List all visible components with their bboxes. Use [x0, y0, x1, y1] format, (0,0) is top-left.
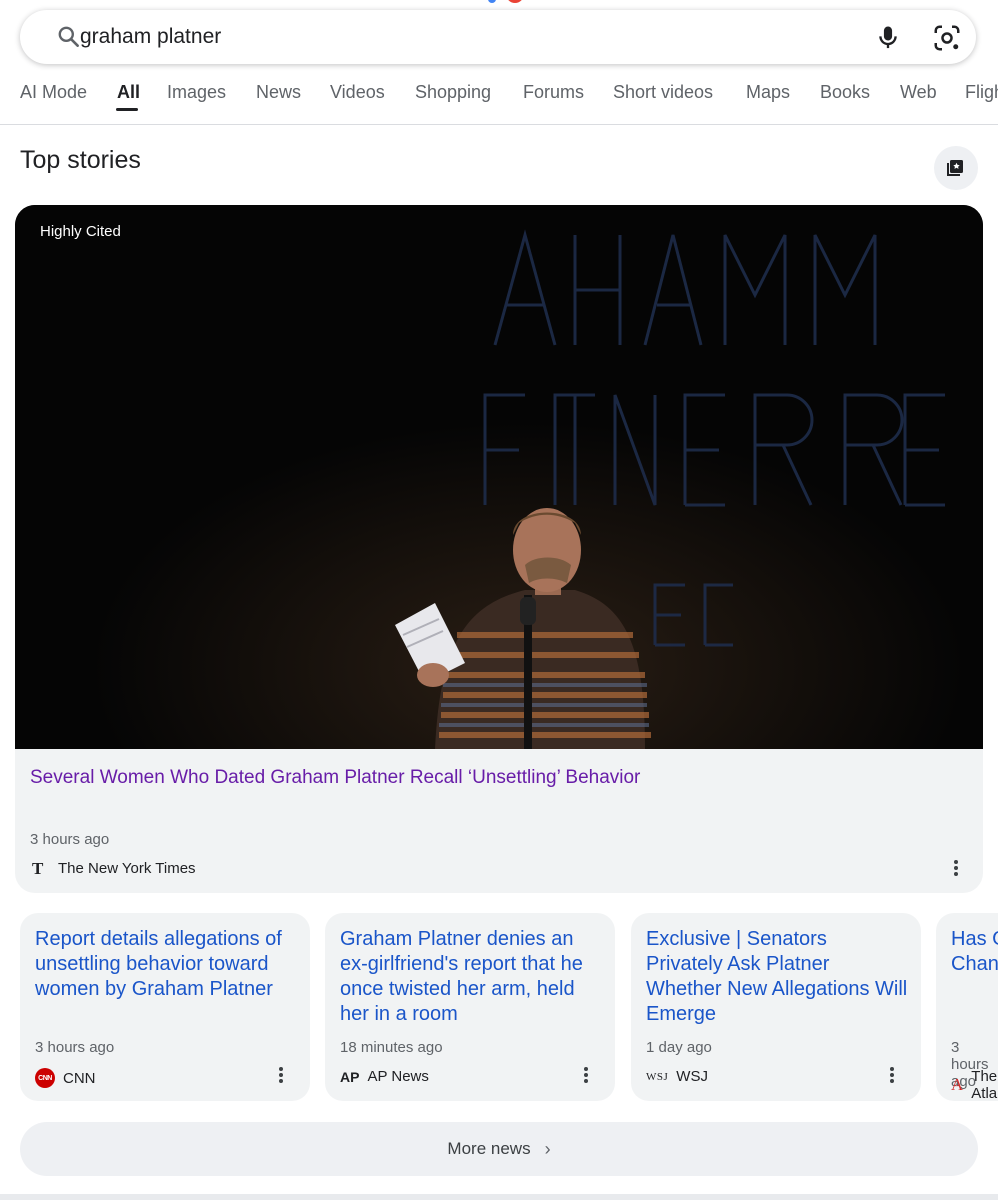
more-options-icon[interactable]: [953, 858, 959, 878]
story-card-headline[interactable]: Has Graham Platner Changed: [951, 927, 998, 977]
hero-story-source-name: The New York Times: [58, 859, 196, 877]
story-card-partial[interactable]: Has Graham Platner Changed 3 hours ago A…: [936, 913, 998, 1101]
tab-books[interactable]: Books: [820, 82, 870, 103]
tab-short-videos[interactable]: Short videos: [613, 82, 713, 103]
chevron-right-icon: ›: [544, 1138, 551, 1159]
nyt-logo-icon: T: [30, 859, 48, 877]
section-divider: [0, 1194, 998, 1200]
story-card-source: WSJ WSJ: [646, 1068, 708, 1085]
follow-stories-button[interactable]: [934, 146, 978, 190]
more-news-label: More news: [447, 1139, 531, 1158]
story-card-headline[interactable]: Graham Platner denies an ex-girlfriend's…: [340, 927, 602, 1027]
tab-shopping[interactable]: Shopping: [415, 82, 491, 103]
tab-flights[interactable]: Flights: [965, 82, 998, 103]
svg-text:T: T: [32, 859, 44, 877]
story-card-source-name: CNN: [63, 1069, 96, 1087]
highly-cited-badge: Highly Cited: [40, 223, 121, 240]
tab-images[interactable]: Images: [167, 82, 226, 103]
story-card-time: 18 minutes ago: [340, 1039, 443, 1056]
tab-ai-mode[interactable]: AI Mode: [20, 82, 87, 103]
story-card-source: CNN CNN: [35, 1068, 96, 1088]
hero-story-time: 3 hours ago: [30, 831, 110, 848]
camera-lens-icon[interactable]: [932, 23, 962, 53]
more-options-icon[interactable]: [889, 1065, 895, 1085]
more-news-button[interactable]: More news ›: [20, 1122, 978, 1176]
story-card-source-name: The Atlantic: [971, 1068, 998, 1101]
cnn-logo-icon: CNN: [35, 1068, 55, 1088]
story-card[interactable]: Graham Platner denies an ex-girlfriend's…: [325, 913, 615, 1101]
tab-all[interactable]: All: [117, 82, 140, 103]
search-icon[interactable]: [56, 24, 82, 50]
story-card-headline[interactable]: Exclusive | Senators Privately Ask Platn…: [646, 927, 908, 1027]
ap-logo-icon: AP: [340, 1068, 360, 1085]
hero-story-headline[interactable]: Several Women Who Dated Graham Platner R…: [30, 765, 960, 791]
hero-story-card[interactable]: Highly Cited Several Women Who Dated Gra…: [15, 205, 983, 893]
story-card-time: 3 hours ago: [35, 1039, 115, 1056]
hero-story-source: T The New York Times: [30, 859, 196, 877]
wsj-logo-icon: WSJ: [646, 1070, 669, 1083]
story-card-headline[interactable]: Report details allegations of unsettling…: [35, 927, 297, 1002]
bookmark-star-icon: [947, 160, 963, 176]
hero-story-image[interactable]: Highly Cited: [15, 205, 983, 749]
active-tab-indicator: [116, 108, 138, 111]
search-input[interactable]: [80, 10, 860, 64]
story-card-source-name: WSJ: [676, 1068, 708, 1085]
story-card-source: A The Atlantic: [951, 1068, 998, 1101]
tab-videos[interactable]: Videos: [330, 82, 385, 103]
atlantic-logo-icon: A: [951, 1075, 964, 1094]
story-card[interactable]: Exclusive | Senators Privately Ask Platn…: [631, 913, 921, 1101]
search-bar[interactable]: [20, 10, 976, 64]
search-tabs: AI Mode All Images News Videos Shopping …: [0, 72, 998, 125]
tab-maps[interactable]: Maps: [746, 82, 790, 103]
story-card-source: AP AP News: [340, 1068, 429, 1085]
tab-news[interactable]: News: [256, 82, 301, 103]
tab-forums[interactable]: Forums: [523, 82, 584, 103]
google-logo-fragment: [484, 0, 544, 4]
top-stories-heading: Top stories: [20, 146, 141, 174]
story-card[interactable]: Report details allegations of unsettling…: [20, 913, 310, 1101]
tab-web[interactable]: Web: [900, 82, 937, 103]
story-card-source-name: AP News: [367, 1068, 429, 1085]
more-options-icon[interactable]: [278, 1065, 284, 1085]
mic-icon[interactable]: [874, 23, 902, 51]
more-options-icon[interactable]: [583, 1065, 589, 1085]
story-card-time: 1 day ago: [646, 1039, 712, 1056]
